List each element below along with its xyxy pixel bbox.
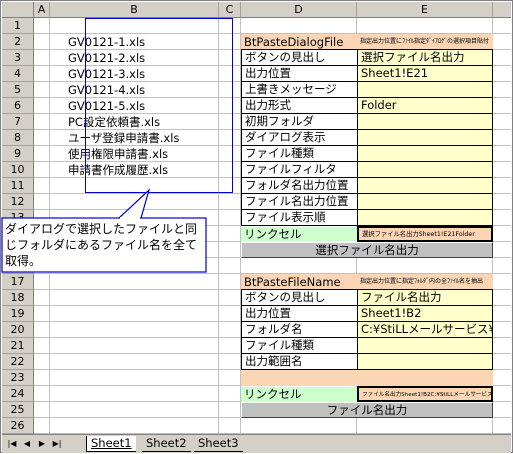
worksheet-window: A B C D E 123456789101112131415161718192… bbox=[0, 0, 513, 453]
sheet-tab-bar: |◀ ◀ ▶ ▶| Sheet1 Sheet2 Sheet3 bbox=[2, 434, 511, 453]
callout-text: ダイアログで選択したファイルと同じフォルダにあるファイル名を全て取得。 bbox=[5, 222, 198, 268]
prev-sheet-icon[interactable]: ◀ bbox=[21, 438, 33, 450]
first-sheet-icon[interactable]: |◀ bbox=[6, 438, 18, 450]
last-sheet-icon[interactable]: ▶| bbox=[51, 438, 63, 450]
next-sheet-icon[interactable]: ▶ bbox=[36, 438, 48, 450]
sheet-tab-3[interactable]: Sheet3 bbox=[194, 436, 243, 452]
sheet-tab-2[interactable]: Sheet2 bbox=[142, 436, 191, 452]
sheet-tab-1[interactable]: Sheet1 bbox=[86, 436, 136, 452]
